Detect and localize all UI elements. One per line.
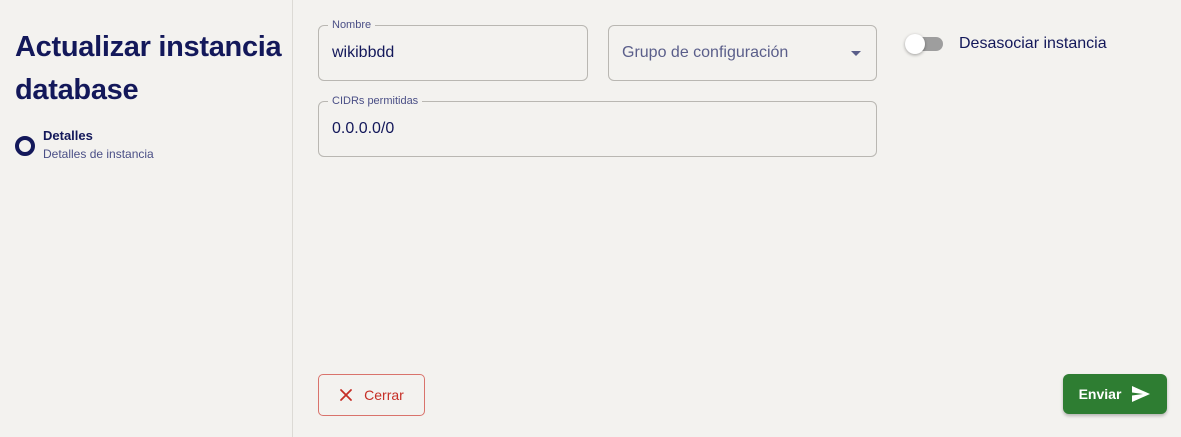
nombre-legend: Nombre [328, 18, 376, 32]
send-icon [1132, 386, 1151, 402]
nombre-input[interactable] [332, 44, 574, 62]
step-status-icon [15, 136, 35, 156]
cerrar-button[interactable]: Cerrar [318, 374, 425, 416]
step-detalles[interactable]: Detalles Detalles de instancia [15, 128, 154, 161]
page-title: Actualizar instancia database [15, 31, 282, 106]
enviar-label: Enviar [1078, 386, 1122, 402]
toggle-switch[interactable] [905, 34, 943, 54]
enviar-button[interactable]: Enviar [1063, 374, 1167, 414]
close-icon [340, 389, 353, 401]
grupo-configuracion-placeholder: Grupo de configuración [622, 44, 789, 61]
grupo-configuracion-select[interactable]: Grupo de configuración [608, 25, 877, 81]
toggle-thumb [905, 34, 925, 54]
sidebar: Actualizar instancia database Detalles D… [0, 0, 293, 437]
step-sublabel: Detalles de instancia [43, 147, 154, 161]
cidrs-field[interactable]: CIDRs permitidas [318, 94, 877, 157]
step-label: Detalles [43, 128, 93, 143]
cerrar-label: Cerrar [364, 387, 404, 403]
nombre-field[interactable]: Nombre [318, 18, 588, 81]
desasociar-toggle[interactable]: Desasociar instancia [905, 34, 1107, 54]
cidrs-input[interactable] [332, 120, 834, 138]
chevron-down-icon [851, 51, 861, 56]
toggle-label: Desasociar instancia [959, 35, 1107, 52]
cidrs-legend: CIDRs permitidas [328, 94, 423, 108]
